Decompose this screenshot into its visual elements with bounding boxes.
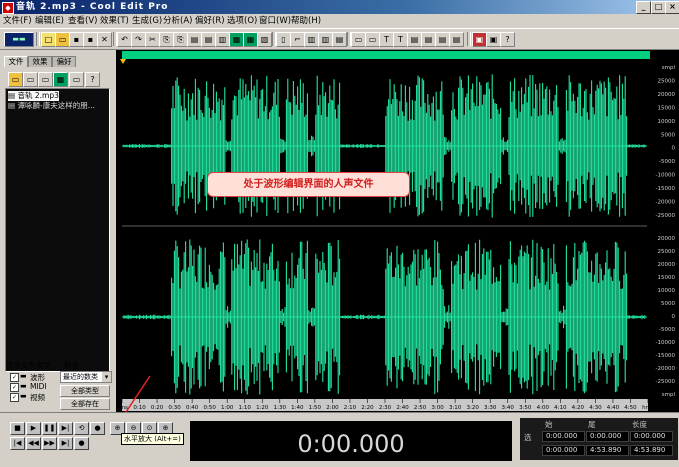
amplitude-tick-label: 15000	[658, 275, 676, 281]
play-button[interactable]: ▶	[26, 422, 41, 435]
right-channel-wave	[123, 239, 646, 395]
amplitude-tick-label: 10000	[658, 288, 676, 294]
loop-button[interactable]: ⟲	[74, 422, 89, 435]
amplitude-tick-label: -10000	[656, 173, 676, 179]
amplitude-tick-label: -10000	[656, 340, 676, 346]
amplitude-tick-label: 25000	[658, 249, 676, 255]
view-begin-field[interactable]: 0:00.000	[542, 445, 585, 456]
selection-begin-field[interactable]: 0:00.000	[542, 431, 585, 442]
amplitude-tick-label: 0	[672, 146, 676, 152]
time-tick-label: 3:40	[502, 405, 515, 411]
zoom-tooltip: 水平放大 (Alt+=)	[121, 433, 184, 445]
time-tick-label: 0:50	[203, 405, 216, 411]
amplitude-tick-label: 20000	[658, 236, 676, 242]
amplitude-tick-label: smpl	[662, 65, 676, 71]
amplitude-tick-label: 15000	[658, 105, 676, 111]
time-tick-label: 2:40	[396, 405, 409, 411]
waveform-svg: hms 0:10 0:20 0:30 0:40 0:50 1:00 1:10 1:20 1:30 1…	[116, 59, 676, 423]
amplitude-tick-label: -25000	[656, 379, 676, 385]
selection-length-field[interactable]: 0:00.000	[630, 431, 673, 442]
record-alt-button[interactable]: ●	[74, 437, 89, 450]
amplitude-tick-label: -15000	[656, 186, 676, 192]
time-tick-label: 2:50	[414, 405, 427, 411]
time-tick-label: 0:20	[151, 405, 164, 411]
transport-bar: ■ ▶ ❚❚ ▶| ⟲ ● |◀ ◀◀ ▶▶ ▶| ● ⊕ ⊖ ⊙ ⊕ 水平放大…	[0, 412, 679, 462]
time-tick-label: 3:00	[431, 405, 444, 411]
amplitude-tick-label: -5000	[659, 327, 675, 333]
time-tick-label: 2:10	[344, 405, 357, 411]
length-header: 长度	[632, 420, 647, 429]
time-tick-label: 0:40	[186, 405, 199, 411]
amplitude-tick-label: -15000	[656, 353, 676, 359]
selection-end-field[interactable]: 0:00.000	[586, 431, 629, 442]
amplitude-tick-label: -25000	[656, 213, 676, 219]
record-button[interactable]: ●	[90, 422, 105, 435]
time-tick-label: 3:10	[449, 405, 462, 411]
time-tick-label: 0:10	[133, 405, 146, 411]
selection-row-label: 选	[524, 433, 532, 442]
time-tick-label: 3:20	[466, 405, 479, 411]
pause-button[interactable]: ❚❚	[42, 422, 57, 435]
time-tick-label: 2:30	[379, 405, 392, 411]
time-tick-label: 1:10	[239, 405, 252, 411]
amplitude-tick-label: -20000	[656, 200, 676, 206]
amplitude-tick-label: 5000	[661, 301, 675, 307]
time-tick-label: hms	[642, 405, 654, 411]
time-tick-label: 4:50	[624, 405, 637, 411]
go-end-button[interactable]: ▶|	[58, 437, 73, 450]
time-tick-label: 2:20	[361, 405, 374, 411]
view-end-field[interactable]: 4:53.890	[586, 445, 629, 456]
selection-panel: 始 尾 长度 选 0:00.000 0:00.000 0:00.000 0:00…	[520, 418, 678, 460]
amplitude-tick-label: smpl	[662, 392, 676, 398]
stop-button[interactable]: ■	[10, 422, 25, 435]
time-tick-label: 1:50	[309, 405, 322, 411]
amplitude-tick-label: -5000	[659, 159, 675, 165]
time-tick-label: 3:50	[519, 405, 532, 411]
annotation-label: 处于波形编辑界面的人声文件	[207, 172, 410, 197]
amplitude-tick-label: 0	[672, 314, 676, 320]
time-tick-label: 1:30	[274, 405, 287, 411]
amplitude-tick-label: 25000	[658, 78, 676, 84]
time-tick-label: 4:20	[572, 405, 585, 411]
time-tick-label: 3:30	[484, 405, 497, 411]
amplitude-tick-label: 20000	[658, 262, 676, 268]
time-tick-label: 1:00	[221, 405, 234, 411]
go-start-button[interactable]: |◀	[10, 437, 25, 450]
time-tick-label: 4:00	[537, 405, 550, 411]
time-tick-label: 2:00	[326, 405, 339, 411]
play-to-end-button[interactable]: ▶|	[58, 422, 73, 435]
amplitude-tick-label: 5000	[661, 132, 675, 138]
time-tick-label: 0:30	[168, 405, 181, 411]
time-tick-label: 1:20	[256, 405, 269, 411]
amplitude-tick-label: -20000	[656, 366, 676, 372]
time-tick-label: 4:10	[554, 405, 567, 411]
time-display: 0:00.000	[190, 421, 512, 461]
view-length-field[interactable]: 4:53.890	[630, 445, 673, 456]
playhead-marker	[120, 59, 126, 64]
amplitude-tick-label: 20000	[658, 92, 676, 98]
amplitude-tick-label: 10000	[658, 119, 676, 125]
forward-button[interactable]: ▶▶	[42, 437, 57, 450]
time-tick-label: 4:30	[589, 405, 602, 411]
time-tick-label: 4:40	[607, 405, 620, 411]
time-tick-label: hms	[116, 405, 128, 411]
rewind-button[interactable]: ◀◀	[26, 437, 41, 450]
end-header: 尾	[588, 420, 596, 429]
time-tick-label: 1:40	[291, 405, 304, 411]
begin-header: 始	[545, 420, 553, 429]
